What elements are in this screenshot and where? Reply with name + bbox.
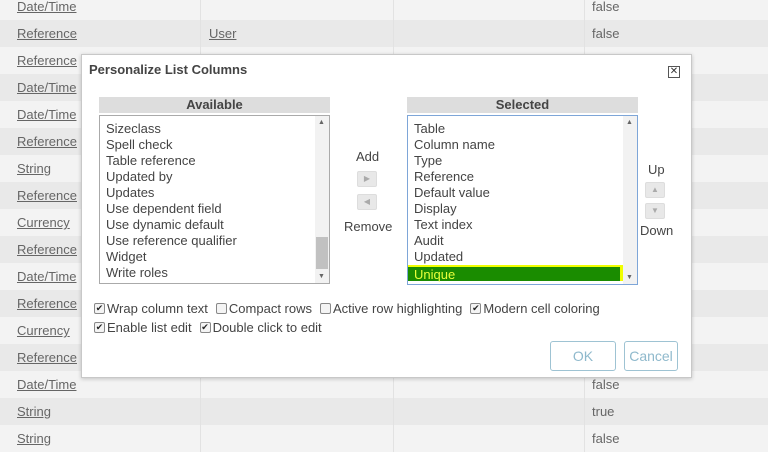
selected-item[interactable]: Table xyxy=(408,121,637,137)
checkbox[interactable] xyxy=(215,303,227,314)
type-link[interactable]: Reference xyxy=(17,53,77,68)
available-item[interactable]: Use dynamic default xyxy=(100,217,329,233)
selected-header: Selected xyxy=(407,97,638,113)
add-button[interactable]: ▶ xyxy=(357,171,377,187)
available-item[interactable]: Widget xyxy=(100,249,329,265)
selected-item[interactable]: Display xyxy=(408,201,637,217)
table-row: String false xyxy=(0,425,768,452)
type-link[interactable]: Date/Time xyxy=(17,377,76,392)
type-link[interactable]: String xyxy=(17,431,51,446)
type-link[interactable]: Date/Time xyxy=(17,0,76,14)
checkbox[interactable]: ✔ xyxy=(94,303,105,314)
type-link[interactable]: String xyxy=(17,161,51,176)
available-item[interactable]: Table reference xyxy=(100,153,329,169)
add-label: Add xyxy=(356,149,380,164)
type-link[interactable]: Reference xyxy=(17,26,77,41)
move-down-button[interactable]: ▼ xyxy=(645,203,665,219)
option-checkbox[interactable]: ✔ Enable list edit xyxy=(94,320,192,335)
option-checkbox[interactable]: ✔ Wrap column text xyxy=(94,301,208,316)
checkbox[interactable] xyxy=(320,303,331,314)
available-item[interactable]: Sizeclass xyxy=(100,121,329,137)
selected-item[interactable]: Column name xyxy=(408,137,637,153)
remove-button[interactable]: ◀ xyxy=(357,194,377,210)
available-item[interactable]: Spell check xyxy=(100,137,329,153)
ok-button[interactable]: OK xyxy=(550,341,616,371)
selected-list[interactable]: ▲ ▼ Table Column name Type Reference Default … xyxy=(407,115,638,285)
up-label: Up xyxy=(648,162,665,177)
table-row: Date/Time false xyxy=(0,0,768,20)
cancel-button[interactable]: Cancel xyxy=(624,341,678,371)
type-link[interactable]: Reference xyxy=(17,188,77,203)
option-checkbox[interactable]: Compact rows xyxy=(215,301,312,316)
remove-label: Remove xyxy=(344,219,393,234)
type-link[interactable]: Currency xyxy=(17,323,70,338)
dialog-title: Personalize List Columns xyxy=(89,62,248,77)
selected-item[interactable]: Audit xyxy=(408,233,637,249)
type-link[interactable]: String xyxy=(17,404,51,419)
value-cell: false xyxy=(592,26,620,41)
available-item[interactable]: Write roles xyxy=(100,265,329,281)
type-link[interactable]: Reference xyxy=(17,296,77,311)
type-link[interactable]: Currency xyxy=(17,215,70,230)
value-cell: false xyxy=(592,0,620,14)
move-up-button[interactable]: ▲ xyxy=(645,182,665,198)
options-row-1: ✔ Wrap column text Compact rows Active row … xyxy=(94,301,604,316)
available-item[interactable]: Updated by xyxy=(100,169,329,185)
personalize-list-dialog: Personalize List Columns ✕ Available ▲ ▼ … xyxy=(81,54,692,378)
selected-item[interactable]: Updated xyxy=(408,249,637,265)
selected-item[interactable]: Text index xyxy=(408,217,637,233)
selected-item[interactable]: Unique xyxy=(408,265,623,282)
type-link[interactable]: Date/Time xyxy=(17,269,76,284)
reference-link[interactable]: User xyxy=(209,26,236,41)
type-link[interactable]: Reference xyxy=(17,350,77,365)
available-item[interactable]: Use reference qualifier xyxy=(100,233,329,249)
type-link[interactable]: Reference xyxy=(17,134,77,149)
available-list[interactable]: ▲ ▼ Sizeclass Spell check Table reference Up… xyxy=(99,115,330,284)
available-item[interactable]: Use dependent field xyxy=(100,201,329,217)
available-scrollbar[interactable]: ▲ ▼ xyxy=(315,116,329,283)
value-cell: true xyxy=(592,404,615,419)
type-link[interactable]: Date/Time xyxy=(17,107,76,122)
option-checkbox[interactable]: Active row highlighting xyxy=(320,301,462,316)
option-checkbox[interactable]: ✔ Double click to edit xyxy=(199,320,322,335)
value-cell: false xyxy=(592,431,620,446)
type-link[interactable]: Date/Time xyxy=(17,80,76,95)
checkbox[interactable]: ✔ xyxy=(470,303,482,314)
selected-scrollbar[interactable]: ▲ ▼ xyxy=(623,116,637,284)
available-item[interactable]: Updates xyxy=(100,185,329,201)
type-link[interactable]: Reference xyxy=(17,242,77,257)
selected-item[interactable]: Type xyxy=(408,153,637,169)
options-row-2: ✔ Enable list edit ✔ Double click to edit xyxy=(94,320,326,335)
selected-item[interactable]: Reference xyxy=(408,169,637,185)
checkbox[interactable]: ✔ xyxy=(199,322,211,333)
down-label: Down xyxy=(640,223,674,238)
table-row: String true xyxy=(0,398,768,425)
option-checkbox[interactable]: ✔ Modern cell coloring xyxy=(470,301,600,316)
available-header: Available xyxy=(99,97,330,113)
close-icon[interactable]: ✕ xyxy=(668,66,680,78)
checkbox[interactable]: ✔ xyxy=(94,322,105,333)
table-row: Reference User false xyxy=(0,20,768,47)
selected-item[interactable]: Default value xyxy=(408,185,637,201)
